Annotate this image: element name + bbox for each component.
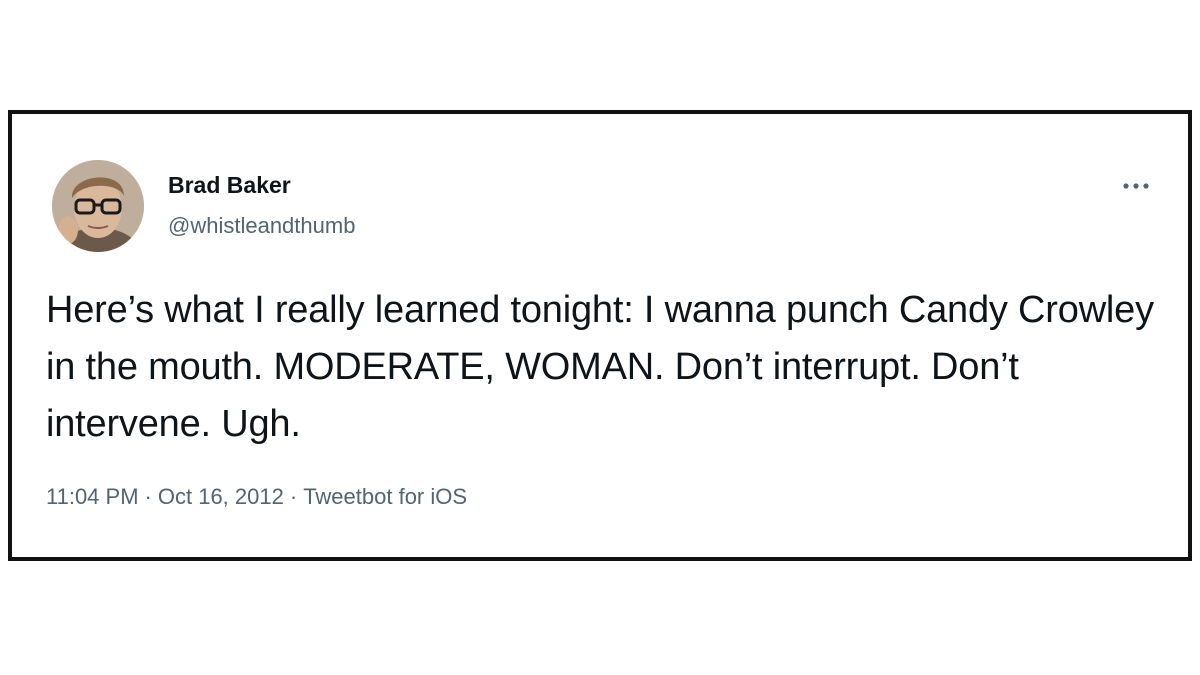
meta-separator: ·	[289, 484, 298, 509]
avatar[interactable]	[52, 160, 144, 252]
profile-photo-icon	[52, 160, 144, 252]
tweet-meta: 11:04 PM · Oct 16, 2012 · Tweetbot for iOS	[46, 484, 467, 510]
tweet-source[interactable]: Tweetbot for iOS	[303, 484, 467, 509]
tweet-time[interactable]: 11:04 PM	[46, 484, 139, 509]
tweet-card: Brad Baker @whistleandthumb Here’s what …	[8, 110, 1192, 561]
more-options-icon	[1123, 183, 1149, 189]
meta-separator: ·	[144, 484, 152, 509]
more-options-button[interactable]	[1120, 176, 1152, 196]
author-handle[interactable]: @whistleandthumb	[168, 213, 355, 239]
tweet-date[interactable]: Oct 16, 2012	[158, 484, 284, 509]
author-display-name[interactable]: Brad Baker	[168, 172, 291, 199]
tweet-text: Here’s what I really learned tonight: I …	[46, 289, 1154, 445]
